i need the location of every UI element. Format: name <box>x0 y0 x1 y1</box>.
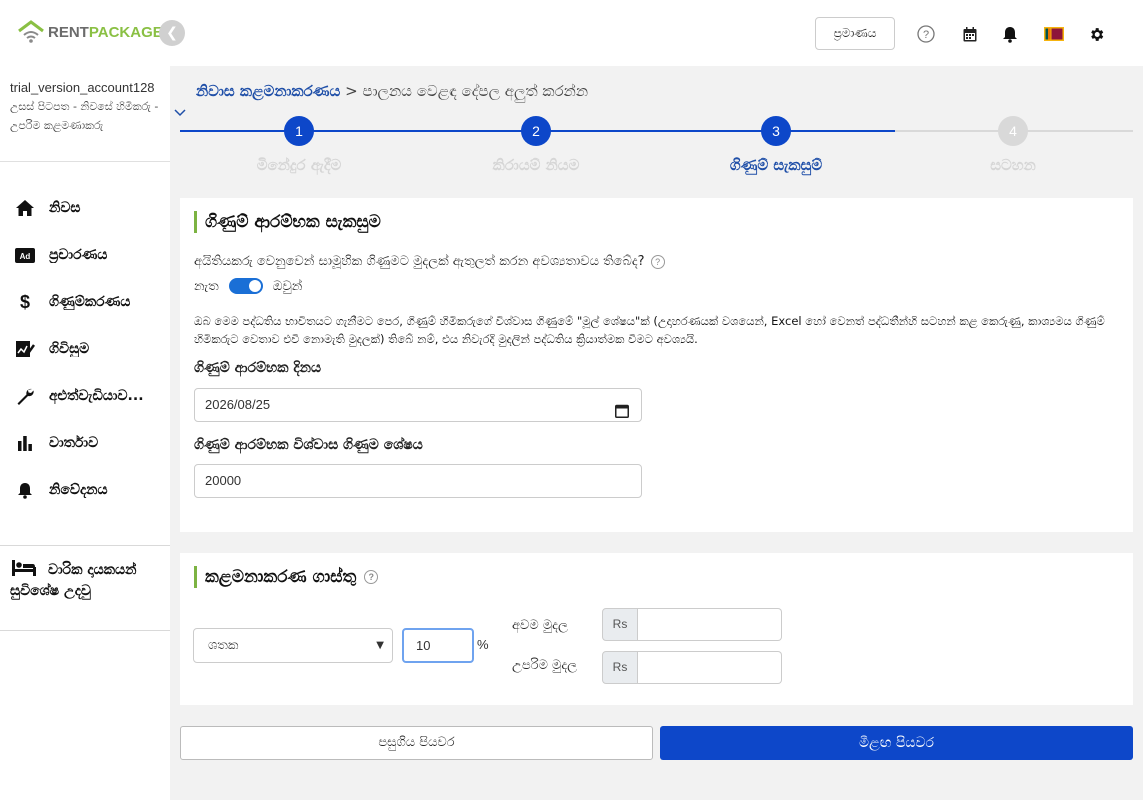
ad-icon: Ad <box>14 244 36 266</box>
svg-text:Ad: Ad <box>20 252 31 261</box>
breadcrumb: නිවාස කළමනාකරණය > පාලනය වෙළඳ දේපල අලුත් … <box>196 82 588 100</box>
account-name: trial_version_account128 <box>10 80 155 95</box>
toggle-yes-label: ඔවුන් <box>272 278 303 294</box>
sidebar-item-label: ගිණුම්කරණය <box>49 294 131 310</box>
logo-text: RENTPACKAGE <box>48 24 163 41</box>
calendar-icon[interactable] <box>960 24 980 44</box>
help-icon[interactable]: ? <box>650 254 665 269</box>
bar-chart-icon <box>14 432 36 454</box>
step-2-label: කිරායම් නියම <box>492 156 580 174</box>
min-amount-label: අවම මුදල <box>512 618 568 633</box>
fee-percent-input[interactable]: 10 <box>402 628 474 663</box>
next-step-button[interactable]: මීළඟ පියවර <box>660 726 1133 760</box>
previous-step-button[interactable]: පසුගිය පියවර <box>180 726 653 760</box>
stepper: 1 මිනේදුර ඇදීම 2 කිරායම් නියම 3 ගිණුම් ස… <box>180 114 1133 184</box>
toggle-knob <box>248 280 261 292</box>
max-amount-group: Rs <box>602 651 782 684</box>
breadcrumb-separator: > <box>340 82 363 100</box>
fee-type-selected: ශතක <box>208 638 239 653</box>
sidebar-item-label: නිවේදනය <box>49 482 108 498</box>
start-date-input[interactable]: 2026/08/25 <box>194 388 642 422</box>
sidebar-divider <box>0 630 170 631</box>
sidebar: trial_version_account128 උසස් පිටපත - නි… <box>0 66 170 800</box>
sidebar-item-label: ගිවිසුම <box>49 341 90 357</box>
max-amount-label: උපරිම මුදල <box>512 658 578 673</box>
sidebar-divider <box>0 545 170 546</box>
sidebar-item-label: අළුත්වැඩියාව... <box>49 388 144 404</box>
trust-account-toggle[interactable] <box>228 278 263 294</box>
svg-text:?: ? <box>923 29 929 41</box>
logo-rent: RENT <box>48 23 89 41</box>
sidebar-item-label: ප්‍රචාරණය <box>49 247 108 263</box>
currency-prefix: Rs <box>602 608 638 641</box>
chevron-down-icon: ▼ <box>376 640 384 651</box>
max-amount-input[interactable] <box>638 651 782 684</box>
management-fees-title: කළමනාකරණ ගාස්තු ? <box>194 566 379 588</box>
accounting-settings-card: ගිණුම් ආරම්භක සැකසුම අයිතියකරු වෙනුවෙන් … <box>180 198 1133 532</box>
start-date-label: ගිණුම් ආරම්භක දිනය <box>194 360 322 376</box>
sidebar-item-accounting[interactable]: $ ගිණුම්කරණය <box>0 282 170 322</box>
breadcrumb-current: පාලනය වෙළඳ දේපල අලුත් කරන්න <box>362 82 589 100</box>
sri-lanka-flag-icon[interactable] <box>1044 24 1064 44</box>
bell-icon <box>14 479 36 501</box>
wrench-icon <box>14 385 36 407</box>
chevron-left-icon: ❮ <box>166 25 178 41</box>
step-2-circle[interactable]: 2 <box>521 116 551 146</box>
sidebar-item-premium-support[interactable]: වාරික දායකයන් සුවිශේෂ උදවු <box>10 560 165 602</box>
sidebar-item-contract[interactable]: ගිවිසුම <box>0 329 170 369</box>
help-circle-icon[interactable]: ? <box>916 24 936 44</box>
step-3-label: ගිණුම් සැකසුම් <box>729 156 823 174</box>
account-role: උසස් පිටපත - නිවසේ හිමිකරු - උපරිම කළමණා… <box>10 100 159 132</box>
management-fees-card: කළමනාකරණ ගාස්තු ? ශතක ▼ 10 % අවම මුදල Rs… <box>180 553 1133 705</box>
min-amount-input[interactable] <box>638 608 782 641</box>
help-icon[interactable]: ? <box>364 570 379 584</box>
gear-icon[interactable] <box>1086 24 1106 44</box>
min-amount-group: Rs <box>602 608 782 641</box>
home-icon <box>14 197 36 219</box>
logo-package: PACKAGE <box>88 23 163 41</box>
step-4-label: සටහන <box>990 156 1036 174</box>
opening-balance-info: ඔබ මෙම පද්ධතිය භාවිතයට ගැනීමට පෙර, ගිණුම… <box>194 314 1105 346</box>
management-fees-title-text: කළමනාකරණ ගාස්තු <box>205 567 357 587</box>
svg-text:$: $ <box>20 292 30 312</box>
calendar-icon[interactable] <box>615 398 629 430</box>
step-4-circle[interactable]: 4 <box>998 116 1028 146</box>
currency-prefix: Rs <box>602 651 638 684</box>
wifi-house-logo-icon <box>18 20 44 43</box>
sidebar-item-reports[interactable]: වාර්තාව <box>0 423 170 463</box>
sidebar-item-label: නිවස <box>49 200 81 216</box>
trust-account-question: අයිතියකරු වෙනුවෙන් සාමූහික ගිණුමට මුදලක්… <box>194 254 665 269</box>
sidebar-item-home[interactable]: නිවස <box>0 188 170 228</box>
breadcrumb-link-property-management[interactable]: නිවාස කළමනාකරණය <box>196 82 340 100</box>
trust-account-question-text: අයිතියකරු වෙනුවෙන් සාමූහික ගිණුමට මුදලක්… <box>194 254 645 269</box>
step-1-circle[interactable]: 1 <box>284 116 314 146</box>
account-info: trial_version_account128 උසස් පිටපත - නි… <box>0 66 170 162</box>
sidebar-item-label: වාර්තාව <box>49 435 99 451</box>
quantity-button[interactable]: ප්‍රමාණය <box>815 17 895 50</box>
step-1-label: මිනේදුර ඇදීම <box>256 156 342 174</box>
bed-icon <box>12 560 36 583</box>
contract-icon <box>14 338 36 360</box>
sidebar-item-advertising[interactable]: Ad ප්‍රචාරණය <box>0 235 170 275</box>
percent-sign: % <box>477 637 489 652</box>
start-date-value: 2026/08/25 <box>205 397 271 412</box>
step-3-circle[interactable]: 3 <box>761 116 791 146</box>
opening-balance-label: ගිණුම් ආරම්භක විශ්වාස ගිණුම ශේෂය <box>194 437 423 453</box>
sidebar-item-maintenance[interactable]: අළුත්වැඩියාව... <box>0 376 170 416</box>
collapse-sidebar-button[interactable]: ❮ <box>159 20 185 46</box>
toggle-no-label: නැත <box>194 278 219 294</box>
dollar-icon: $ <box>14 291 36 313</box>
bell-icon[interactable] <box>1000 24 1020 44</box>
opening-balance-value: 20000 <box>205 473 242 488</box>
trust-account-toggle-row: නැත ඔවුන් <box>194 278 302 294</box>
fee-type-select[interactable]: ශතක ▼ <box>193 628 393 663</box>
sidebar-item-notifications[interactable]: නිවේදනය <box>0 470 170 510</box>
top-bar: RENTPACKAGE ❮ ප්‍රමාණය ? <box>0 0 1143 66</box>
accounting-settings-title: ගිණුම් ආරම්භක සැකසුම <box>194 211 381 233</box>
logo[interactable]: RENTPACKAGE <box>18 20 163 44</box>
opening-balance-input[interactable]: 20000 <box>194 464 642 498</box>
